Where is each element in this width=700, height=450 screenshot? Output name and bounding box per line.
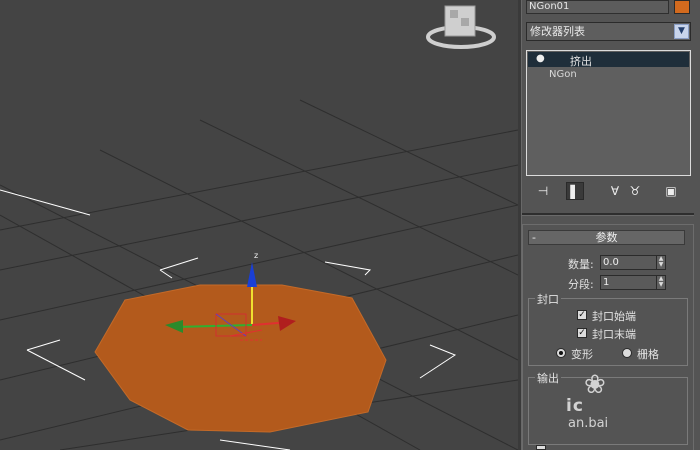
- amount-spinner-arrows[interactable]: ▲ ▼: [656, 255, 666, 270]
- show-end-result-icon[interactable]: ▌: [566, 182, 584, 200]
- stack-item-label: 挤出: [570, 55, 592, 68]
- morph-radio[interactable]: [556, 348, 566, 358]
- segments-value[interactable]: 1: [603, 277, 609, 288]
- segments-label: 分段:: [568, 278, 594, 291]
- rollout-title: 参数: [595, 231, 618, 244]
- cap-end-label: 封口末端: [592, 328, 636, 341]
- grid-radio[interactable]: [622, 348, 632, 358]
- modifier-stack[interactable]: ● 挤出 NGon: [526, 50, 691, 176]
- morph-label: 变形: [571, 348, 593, 361]
- capping-group-title: 封口: [535, 291, 561, 307]
- generate-mapping-checkbox[interactable]: [536, 445, 546, 450]
- output-group-title: 输出: [535, 370, 561, 386]
- app-root: z NGon01 修改器列表 ▼ ● 挤出 NGon ⊣ ▌ ∀ ♉ ▣ - 参…: [0, 0, 700, 450]
- object-name-field[interactable]: NGon01: [526, 0, 669, 14]
- segments-spinner-arrows[interactable]: ▲ ▼: [656, 275, 666, 290]
- separator: [522, 213, 694, 216]
- amount-spinner[interactable]: 0.0 ▲ ▼: [600, 255, 666, 270]
- cap-end-checkbox[interactable]: ✓: [577, 328, 587, 338]
- stack-toolbar: ⊣ ▌ ∀ ♉ ▣: [526, 180, 691, 202]
- cap-start-checkbox[interactable]: ✓: [577, 310, 587, 320]
- modifier-list-label: 修改器列表: [530, 25, 585, 38]
- configure-modifier-sets-icon[interactable]: ▣: [662, 182, 680, 200]
- watermark-line1: ic: [566, 396, 584, 416]
- ngon-object: [94, 284, 387, 433]
- gizmo-z-label: z: [254, 251, 258, 260]
- viewport-scene: z: [0, 5, 518, 450]
- remove-modifier-icon[interactable]: ♉: [626, 182, 644, 200]
- viewcube-icon: [426, 5, 496, 49]
- pin-stack-icon[interactable]: ⊣: [534, 182, 552, 200]
- amount-value[interactable]: 0.0: [603, 257, 619, 268]
- watermark-line2: an.bai: [568, 416, 609, 431]
- parameters-rollout-header[interactable]: - 参数: [528, 230, 685, 245]
- stack-item-ngon[interactable]: NGon: [549, 69, 577, 80]
- make-unique-icon[interactable]: ∀: [606, 182, 624, 200]
- object-color-swatch[interactable]: [674, 0, 690, 14]
- perspective-viewport[interactable]: z: [0, 0, 518, 450]
- modifier-list-dropdown[interactable]: 修改器列表 ▼: [526, 22, 691, 41]
- amount-label: 数量:: [568, 258, 594, 271]
- segments-spinner[interactable]: 1 ▲ ▼: [600, 275, 666, 290]
- paw-icon: ❀: [584, 370, 606, 400]
- stack-item-extrude[interactable]: ● 挤出: [528, 52, 689, 68]
- output-group: 输出: [528, 370, 688, 445]
- lightbulb-icon[interactable]: ●: [536, 53, 545, 64]
- grid-label: 栅格: [637, 348, 659, 361]
- chevron-down-icon[interactable]: ▼: [674, 24, 689, 39]
- cap-start-label: 封口始端: [592, 310, 636, 323]
